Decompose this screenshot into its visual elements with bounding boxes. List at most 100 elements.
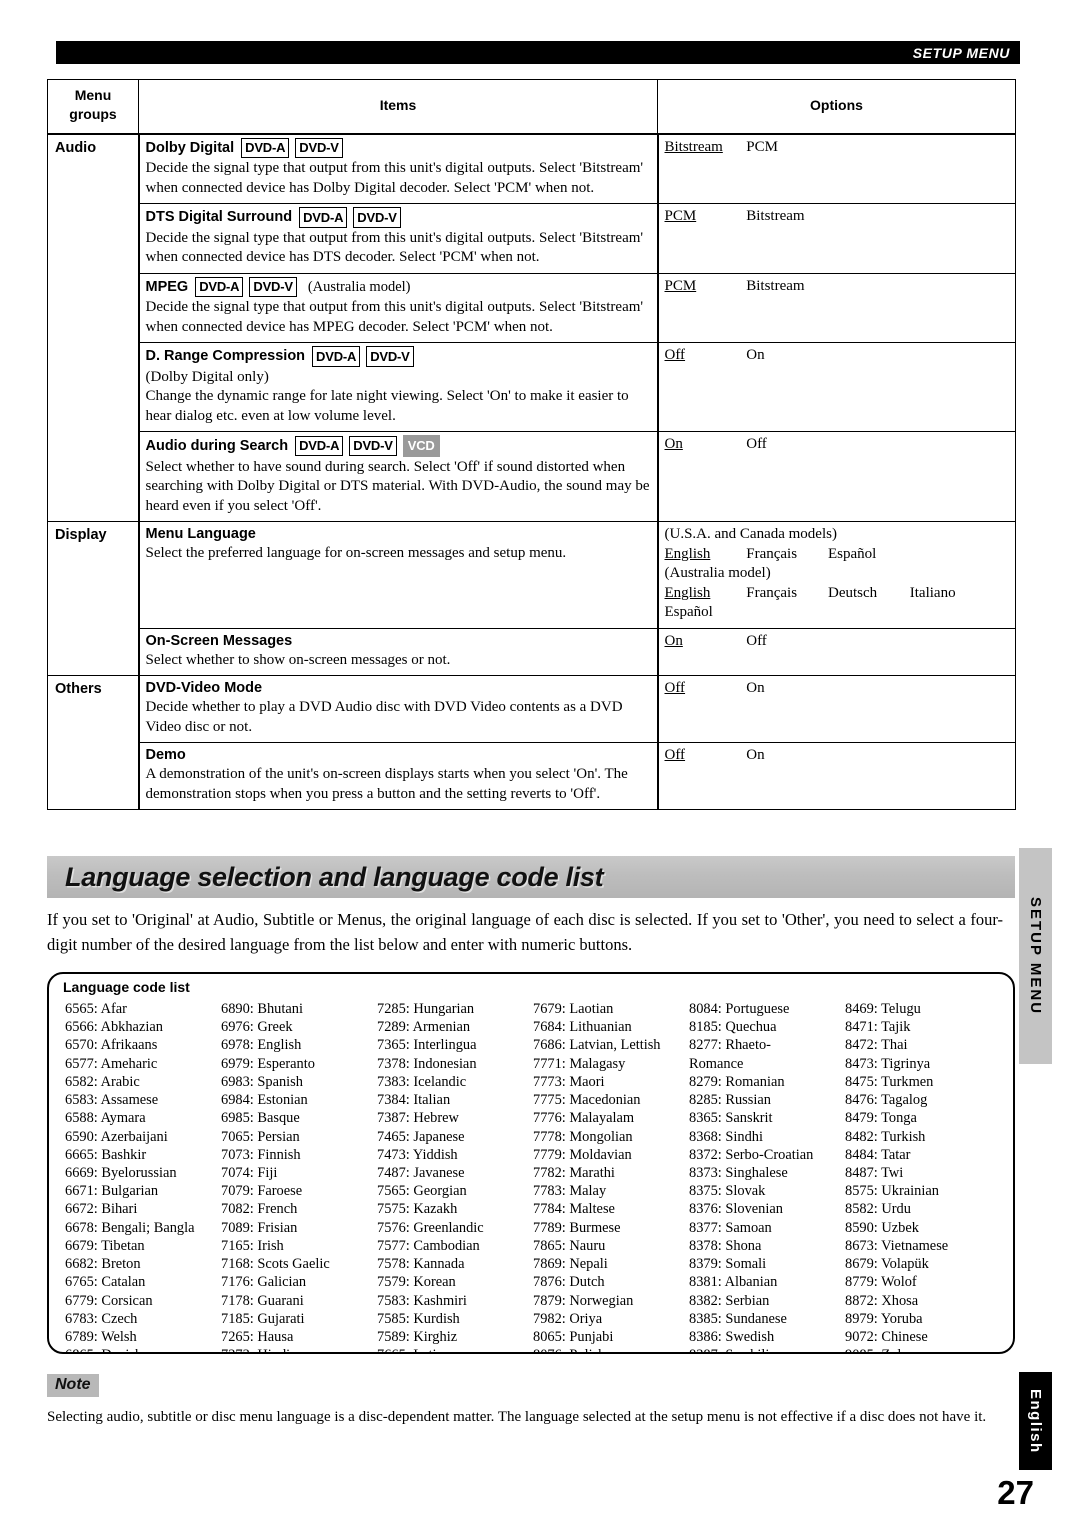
language-code-entry: 8385: Sundanese [689,1310,787,1327]
language-code-entry: 8872: Xhosa [845,1292,919,1309]
options-cell-menu-language: (U.S.A. and Canada models) English Franç… [657,521,1016,629]
option-default[interactable]: Off [665,679,743,699]
language-code-entry: Romance [689,1055,744,1072]
table-row: Audio during Search DVD-A DVD-V VCD Sele… [48,431,1016,522]
option[interactable]: On [746,679,824,699]
language-code-entry: 8472: Thai [845,1037,908,1054]
item-description: Decide whether to play a DVD Audio disc … [145,699,623,735]
item-title-text: Demo [145,747,186,764]
language-code-list-title: Language code list [63,979,190,995]
language-code-entry: 7565: Georgian [377,1183,467,1200]
language-code-entry: 8779: Wolof [845,1274,917,1291]
options-cell-dts-digital-surround: PCM Bitstream [657,203,1016,274]
option-default[interactable]: Bitstream [665,138,743,158]
language-code-entry: 8372: Serbo-Croatian [689,1146,814,1163]
language-code-entry: 8487: Twi [845,1164,904,1181]
language-code-entry: 6985: Basque [221,1110,300,1127]
option-default[interactable]: Off [665,746,743,766]
option[interactable]: Off [746,632,824,652]
option[interactable]: Deutsch [828,584,906,604]
option[interactable]: Bitstream [746,277,824,297]
item-title-text: DTS Digital Surround [145,209,293,226]
item-title: DVD-Video Mode [146,679,651,697]
item-cell-demo: Demo A demonstration of the unit's on-sc… [138,742,659,811]
option-default[interactable]: PCM [665,277,743,297]
option-row: Off On [665,679,1010,699]
item-title-text: Audio during Search [145,437,289,454]
language-code-entry: 7387: Hebrew [377,1110,459,1127]
language-code-entry: 7383: Icelandic [377,1073,467,1090]
option-row: On Off [665,632,1010,652]
language-code-entry: 8277: Rhaeto- [689,1037,771,1054]
language-code-entry: 8575: Ukrainian [845,1183,939,1200]
language-code-entry: 6890: Bhutani [221,1001,303,1017]
option-default[interactable]: Off [665,346,743,366]
language-code-entry: 6682: Breton [65,1256,141,1273]
section-banner: Language selection and language code lis… [47,856,1015,898]
language-code-entry: 6669: Byelorussian [65,1164,177,1181]
option-default[interactable]: On [665,632,743,652]
language-code-entry: 8484: Tatar [845,1146,911,1163]
language-code-entry: 7776: Malayalam [533,1110,635,1127]
dvd-v-badge: DVD-V [295,137,343,158]
dvd-a-badge: DVD-A [241,137,290,158]
language-code-entry: 7784: Maltese [533,1201,615,1218]
page-number: 27 [997,1474,1034,1511]
language-code-entry: 7265: Hausa [221,1328,294,1345]
dvd-a-badge: DVD-A [195,276,244,297]
dvd-a-badge: DVD-A [299,207,348,228]
language-code-entry: 7168: Scots Gaelic [221,1256,330,1273]
language-code-entry: 7074: Fiji [221,1164,278,1181]
language-code-entry: 7876: Dutch [533,1274,605,1291]
language-code-entry: 8386: Swedish [689,1328,775,1345]
option[interactable]: Español [828,545,906,565]
language-code-entry: 7578: Kannada [377,1256,465,1273]
option-default[interactable]: English [665,584,743,604]
option[interactable]: PCM [746,138,824,158]
table-row: On-Screen Messages Select whether to sho… [48,627,1016,677]
language-code-entry: 8185: Quechua [689,1019,777,1036]
language-code-column: 6565: Afar 6566: Abkhazian 6570: Afrikaans… [65,1000,221,1352]
side-tab-setup-menu-label: SETUP MENU [1027,896,1044,1016]
options-cell-dvd-video-mode: Off On [657,675,1016,744]
option[interactable]: Français [746,584,824,604]
language-code-entry: 6678: Bengali; Bangla [65,1219,195,1236]
language-code-entry: 8065: Punjabi [533,1328,614,1345]
dvd-v-badge: DVD-V [249,276,297,297]
dvd-v-badge: DVD-V [366,346,414,367]
option[interactable]: On [746,346,824,366]
language-code-entry: 6779: Corsican [65,1292,153,1309]
item-description: Decide the signal type that output from … [145,299,644,335]
language-code-entry: 8476: Tagalog [845,1092,928,1109]
option[interactable]: Italiano [910,584,988,604]
side-tab-english[interactable]: English [1019,1372,1052,1470]
item-cell-menu-language: Menu Language Select the preferred langu… [138,521,659,629]
item-cell-d-range-compression: D. Range Compression DVD-A DVD-V (Dolby … [138,342,659,432]
language-code-entry: 7285: Hungarian [377,1001,475,1017]
option-default[interactable]: PCM [665,207,743,227]
language-code-entry: 8387: Swahili [689,1346,845,1352]
language-code-entry: 6583: Assamese [65,1092,159,1109]
option[interactable]: Français [746,545,824,565]
language-code-entry: 7178: Guarani [221,1292,304,1309]
option-default[interactable]: On [665,435,743,455]
option[interactable]: Bitstream [746,207,824,227]
language-code-entry: 7487: Javanese [377,1164,465,1181]
language-code-entry: 7679: Laotian [533,1001,614,1017]
language-code-entry: 8375: Slovak [689,1183,766,1200]
side-tab-setup-menu[interactable]: SETUP MENU [1019,848,1052,1064]
language-code-entry: 7778: Mongolian [533,1128,633,1145]
language-code-column: 6890: Bhutani 6976: Greek 6978: English 697… [221,1000,377,1352]
note-text: Selecting audio, subtitle or disc menu l… [47,1409,987,1425]
item-title-text: MPEG [145,278,189,295]
option[interactable]: Off [746,435,824,455]
group-label-audio: Audio [47,133,140,522]
option[interactable]: Español [665,603,743,623]
option[interactable]: On [746,746,824,766]
option-row-australia-cont: Español [665,603,1010,623]
item-title-text: Dolby Digital [145,139,235,156]
item-cell-dolby-digital: Dolby Digital DVD-A DVD-V Decide the sig… [138,133,659,204]
language-code-entry: 7082: French [221,1201,298,1218]
option-default[interactable]: English [665,545,743,565]
language-code-entry: 7783: Malay [533,1183,607,1200]
